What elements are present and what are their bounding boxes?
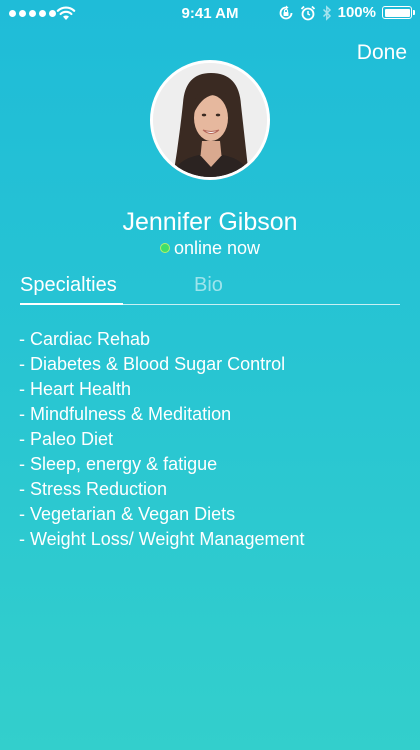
tab-bio[interactable]: Bio (194, 274, 223, 297)
profile-name: Jennifer Gibson (122, 208, 298, 236)
battery-percent: 100% (337, 4, 376, 21)
list-item: - Sleep, energy & fatigue (19, 454, 218, 474)
list-item: - Vegetarian & Vegan Diets (19, 504, 236, 524)
active-tab-indicator (20, 303, 123, 305)
battery-icon (382, 6, 415, 19)
list-item: - Heart Health (19, 379, 132, 399)
online-dot-icon (159, 243, 170, 254)
list-item: - Diabetes & Blood Sugar Control (19, 354, 286, 374)
avatar (150, 60, 270, 180)
bluetooth-icon (322, 4, 331, 21)
profile-photo (153, 63, 267, 177)
done-button[interactable]: Done (357, 41, 407, 65)
alarm-icon (300, 5, 315, 20)
list-item: - Paleo Diet (19, 429, 114, 449)
orientation-lock-icon (279, 5, 293, 19)
tab-bar: Specialties Bio (20, 272, 400, 306)
list-item: - Cardiac Rehab (19, 329, 151, 349)
list-item: - Mindfulness & Meditation (19, 404, 232, 424)
list-item: - Weight Loss/ Weight Management (19, 529, 305, 549)
list-item: - Stress Reduction (19, 479, 168, 499)
tab-specialties[interactable]: Specialties (20, 274, 117, 297)
specialties-list: - Cardiac Rehab - Diabetes & Blood Sugar… (19, 327, 304, 552)
online-status-label: online now (173, 238, 261, 258)
online-status: online now (0, 238, 420, 259)
status-bar: 9:41 AM 100% (0, 0, 420, 28)
profile-screen: 9:41 AM 100% Done Jennifer Gibson online… (0, 0, 420, 750)
